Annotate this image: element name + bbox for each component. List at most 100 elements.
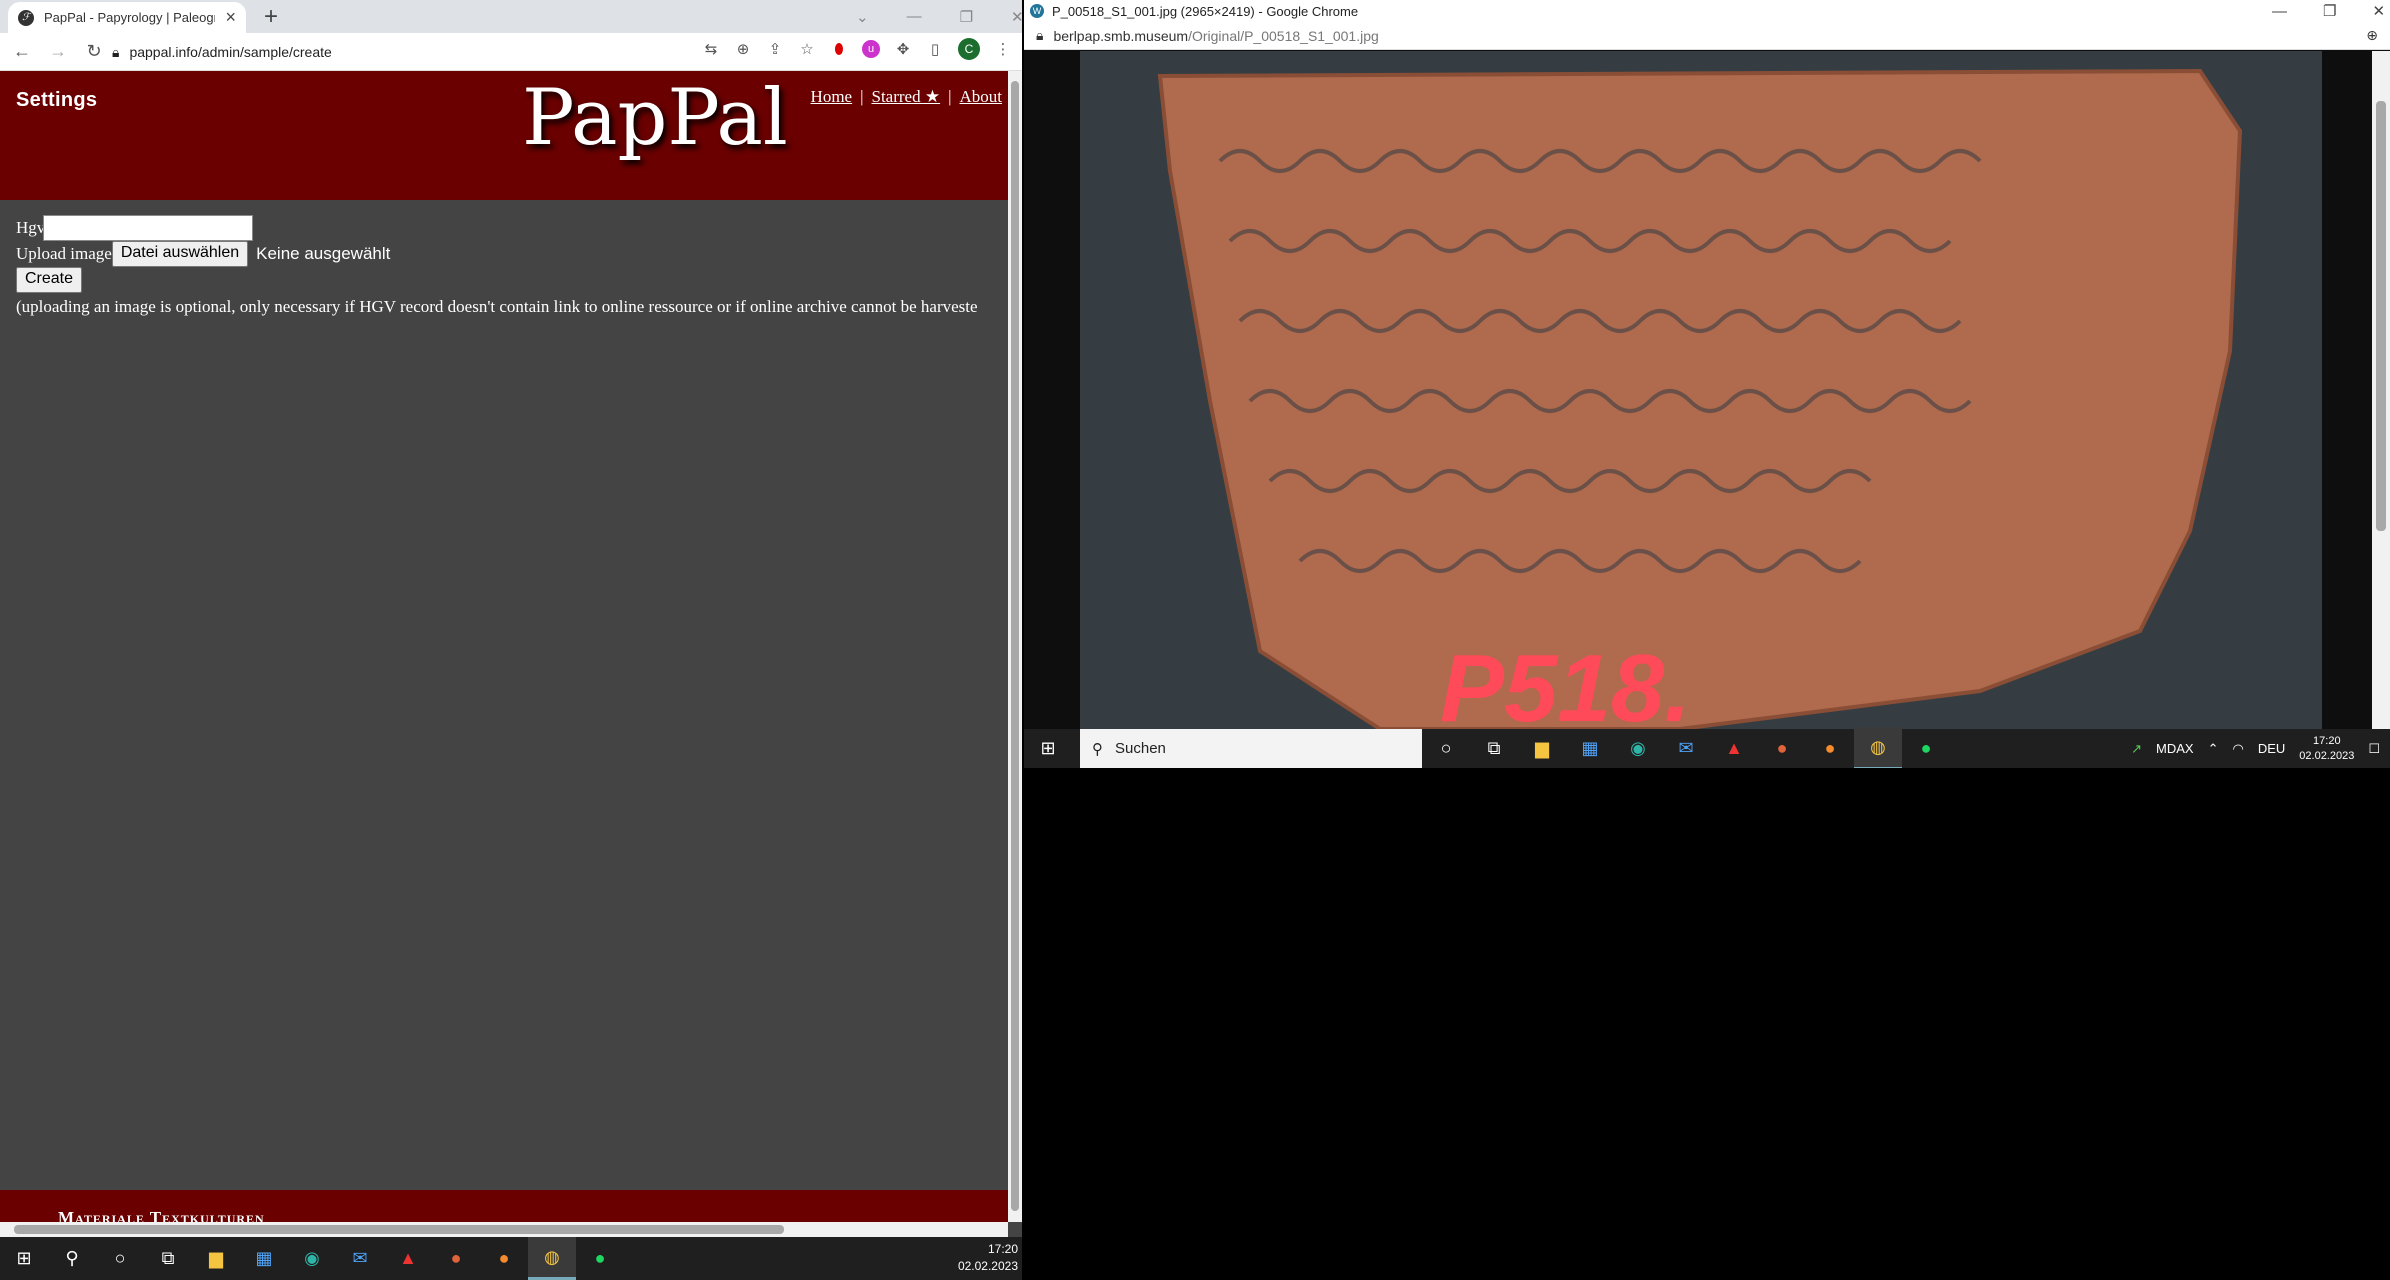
vertical-scrollbar[interactable] bbox=[2372, 51, 2390, 729]
site-header: Settings PapPal Home | Starred ★ | About bbox=[0, 71, 1008, 200]
top-nav: Home | Starred ★ | About bbox=[811, 87, 1002, 107]
nav-separator: | bbox=[860, 87, 864, 106]
browser-toolbar: ← → ↻ 🔒︎ pappal.info/admin/sample/create… bbox=[0, 33, 1022, 71]
tray-chevron-icon[interactable]: ⌃ bbox=[2208, 741, 2219, 757]
close-window-icon[interactable]: ✕ bbox=[1011, 8, 1022, 26]
spotify-icon[interactable]: ● bbox=[1902, 727, 1950, 768]
wordpress-favicon-icon: W bbox=[1030, 4, 1044, 18]
firefox-icon[interactable]: ● bbox=[480, 1237, 528, 1280]
chrome-icon[interactable]: ◍ bbox=[1854, 727, 1902, 768]
tray-stock-label[interactable]: MDAX bbox=[2156, 741, 2194, 756]
file-explorer-icon[interactable]: ▆ bbox=[192, 1237, 240, 1280]
choose-file-button[interactable]: Datei auswählen bbox=[111, 241, 249, 267]
edge-icon[interactable]: ◉ bbox=[1614, 727, 1662, 768]
share-icon[interactable]: ⇪ bbox=[766, 40, 784, 58]
scroll-thumb[interactable] bbox=[1011, 81, 1019, 1211]
nav-about-link[interactable]: About bbox=[960, 87, 1003, 107]
settings-link[interactable]: Settings bbox=[16, 89, 97, 112]
forward-icon[interactable]: → bbox=[44, 38, 72, 66]
site-logo: PapPal bbox=[522, 73, 788, 163]
window-title: P_00518_S1_001.jpg (2965×2419) - Google … bbox=[1052, 3, 1359, 19]
url-path: /Original/P_00518_S1_001.jpg bbox=[1188, 27, 1379, 44]
scroll-thumb[interactable] bbox=[14, 1225, 784, 1234]
hgv-input[interactable] bbox=[43, 215, 254, 241]
file-explorer-icon[interactable]: ▆ bbox=[1518, 727, 1566, 768]
profile-avatar[interactable]: C bbox=[958, 38, 980, 60]
right-browser-window: W P_00518_S1_001.jpg (2965×2419) - Googl… bbox=[1024, 0, 2390, 768]
new-tab-icon[interactable]: + bbox=[258, 3, 284, 30]
ostracon-image[interactable]: P518. bbox=[1080, 51, 2322, 742]
acrobat-icon[interactable]: ▲ bbox=[384, 1237, 432, 1280]
store-icon[interactable]: ▦ bbox=[240, 1237, 288, 1280]
no-file-text: Keine ausgewählt bbox=[256, 244, 391, 263]
stock-chart-icon[interactable]: ↗ bbox=[2131, 741, 2142, 757]
start-icon[interactable]: ⊞ bbox=[0, 1237, 48, 1280]
ostracon-photo: P518. bbox=[1080, 51, 2322, 742]
inner-taskbar: ⊞ ⚲ Suchen ○ ⧉ ▆ ▦ ◉ ✉ ▲ ● ● ◍ ● ↗ MDAX … bbox=[1024, 727, 2390, 768]
powerpoint-icon[interactable]: ● bbox=[432, 1237, 480, 1280]
extension-ublock-icon[interactable]: u bbox=[862, 40, 880, 58]
horizontal-scrollbar[interactable] bbox=[0, 1222, 1008, 1237]
mail-icon[interactable]: ✉ bbox=[1662, 727, 1710, 768]
close-tab-icon[interactable]: × bbox=[225, 7, 236, 28]
cortana-icon[interactable]: ○ bbox=[1422, 727, 1470, 768]
create-sample-form: Hgv Upload image Datei auswählen Keine a… bbox=[16, 215, 978, 317]
close-window-icon[interactable]: ✕ bbox=[2372, 2, 2385, 20]
spotify-icon[interactable]: ● bbox=[576, 1237, 624, 1280]
search-icon[interactable]: ⚲ bbox=[48, 1237, 96, 1280]
upload-note: (uploading an image is optional, only ne… bbox=[16, 297, 978, 316]
bookmark-star-icon[interactable]: ☆ bbox=[798, 40, 816, 58]
image-label: P518. bbox=[1440, 635, 1691, 729]
cortana-icon[interactable]: ○ bbox=[96, 1237, 144, 1280]
chrome-icon[interactable]: ◍ bbox=[528, 1237, 576, 1280]
nav-home-link[interactable]: Home bbox=[811, 87, 853, 107]
left-browser-window: ℱ PapPal - Papyrology | Paleograph × + ⌄… bbox=[0, 0, 1022, 1237]
address-bar[interactable]: 🔒︎ berlpap.smb.museum/Original/P_00518_S… bbox=[1024, 22, 2390, 50]
extensions-puzzle-icon[interactable]: ✥ bbox=[894, 40, 912, 58]
tab-search-icon[interactable]: ⌄ bbox=[856, 8, 869, 26]
taskbar-clock[interactable]: 17:20 02.02.2023 bbox=[958, 1241, 1018, 1275]
firefox-icon[interactable]: ● bbox=[1806, 727, 1854, 768]
minimize-icon[interactable]: — bbox=[2272, 3, 2287, 20]
mail-icon[interactable]: ✉ bbox=[336, 1237, 384, 1280]
notifications-icon[interactable]: ☐ bbox=[2368, 741, 2380, 757]
tab-title: PapPal - Papyrology | Paleograph bbox=[44, 10, 215, 25]
translate-icon[interactable]: ⇆ bbox=[702, 40, 720, 58]
site-footer: Materiale Textkulturen bbox=[0, 1190, 1008, 1227]
tab-bar: ℱ PapPal - Papyrology | Paleograph × + ⌄… bbox=[0, 0, 1022, 33]
nav-starred-link[interactable]: Starred ★ bbox=[872, 87, 941, 107]
search-placeholder: Suchen bbox=[1115, 740, 1166, 757]
task-view-icon[interactable]: ⧉ bbox=[144, 1237, 192, 1280]
minimize-icon[interactable]: — bbox=[907, 8, 922, 25]
windows-taskbar: ⊞ ⚲ ○ ⧉ ▆ ▦ ◉ ✉ ▲ ● ● ◍ ● 17:20 02.02.20… bbox=[0, 1237, 1022, 1280]
zoom-icon[interactable]: ⊕ bbox=[734, 40, 752, 58]
menu-kebab-icon[interactable]: ⋮ bbox=[994, 40, 1012, 58]
zoom-icon[interactable]: ⊕ bbox=[2366, 27, 2378, 44]
url-text: pappal.info/admin/sample/create bbox=[129, 44, 332, 60]
start-icon[interactable]: ⊞ bbox=[1024, 727, 1072, 768]
tray-time: 17:20 bbox=[2313, 734, 2341, 747]
address-bar[interactable]: 🔒︎ pappal.info/admin/sample/create bbox=[112, 38, 692, 66]
network-icon[interactable]: ◠ bbox=[2232, 741, 2243, 757]
edge-icon[interactable]: ◉ bbox=[288, 1237, 336, 1280]
store-icon[interactable]: ▦ bbox=[1566, 727, 1614, 768]
back-icon[interactable]: ← bbox=[8, 38, 36, 66]
window-titlebar: W P_00518_S1_001.jpg (2965×2419) - Googl… bbox=[1024, 0, 2390, 22]
extension-shield-icon[interactable]: ⬮ bbox=[830, 40, 848, 58]
search-icon: ⚲ bbox=[1092, 740, 1103, 758]
restore-icon[interactable]: ❐ bbox=[2323, 2, 2336, 20]
taskbar-search[interactable]: ⚲ Suchen bbox=[1080, 729, 1422, 768]
tray-language[interactable]: DEU bbox=[2258, 741, 2285, 756]
nav-separator: | bbox=[948, 87, 952, 106]
sidepanel-icon[interactable]: ▯ bbox=[926, 40, 944, 58]
acrobat-icon[interactable]: ▲ bbox=[1710, 727, 1758, 768]
powerpoint-icon[interactable]: ● bbox=[1758, 727, 1806, 768]
scroll-thumb[interactable] bbox=[2376, 101, 2386, 531]
browser-tab[interactable]: ℱ PapPal - Papyrology | Paleograph × bbox=[8, 2, 246, 33]
url-domain: berlpap.smb.museum bbox=[1053, 27, 1189, 44]
create-button[interactable]: Create bbox=[16, 267, 83, 293]
reload-icon[interactable]: ↻ bbox=[80, 38, 108, 66]
task-view-icon[interactable]: ⧉ bbox=[1470, 727, 1518, 768]
vertical-scrollbar[interactable] bbox=[1008, 71, 1022, 1222]
restore-icon[interactable]: ❐ bbox=[960, 8, 973, 26]
